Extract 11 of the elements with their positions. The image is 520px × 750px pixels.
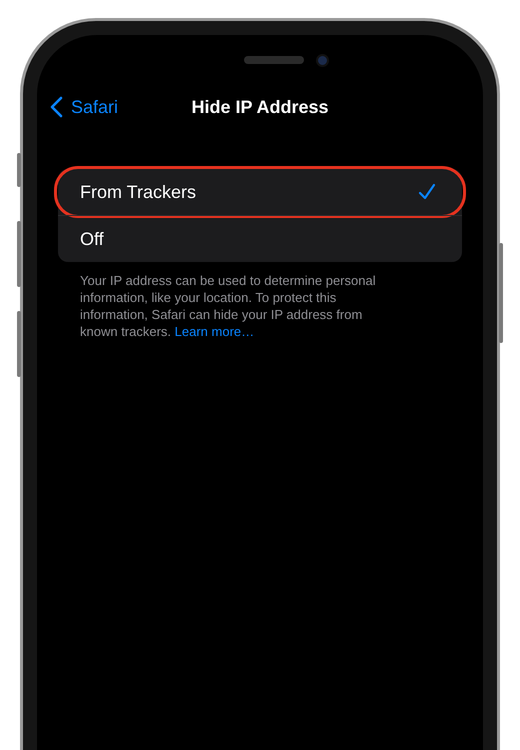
footer-text: Your IP address can be used to determine personal information, like your location. To protect this information, Safari can hide your IP address from known trackers. Learn more… [79,272,377,340]
page-title: Hide IP Address [191,96,329,118]
back-button[interactable]: Safari [50,96,118,118]
chevron-left-icon [50,96,63,118]
camera-dot [316,54,328,66]
option-row[interactable]: Off [58,215,462,262]
back-label[interactable]: Safari [71,96,118,118]
checkmark-icon [418,183,436,201]
speaker-grille [244,56,304,64]
option-row[interactable]: From Trackers [58,169,462,215]
learn-more-link[interactable]: Learn more… [174,324,254,339]
